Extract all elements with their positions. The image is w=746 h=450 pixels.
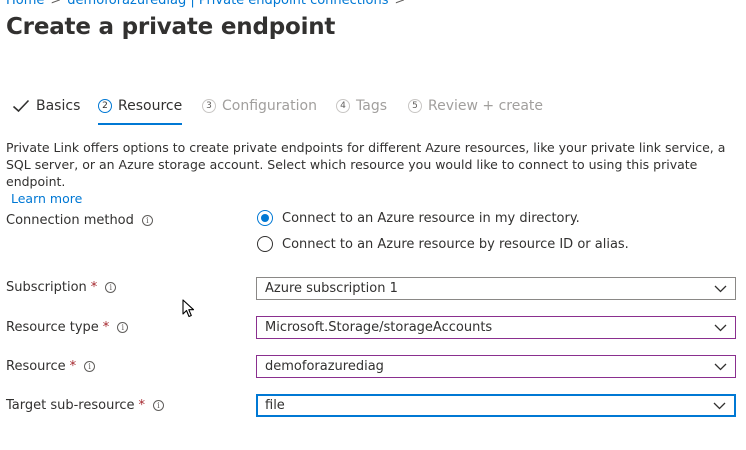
page-title: Create a private endpoint [6,14,336,40]
info-icon[interactable]: i [117,322,129,333]
info-icon[interactable]: i [153,400,165,411]
resource-type-dropdown[interactable]: Microsoft.Storage/storageAccounts [256,316,736,339]
step-number-badge: 2 [98,99,112,113]
chevron-down-icon [714,285,727,293]
target-sub-resource-dropdown[interactable]: file [256,394,736,417]
required-asterisk: * [102,320,110,335]
breadcrumb-separator: > [394,0,406,8]
radio-connect-by-resource-id-label: Connect to an Azure resource by resource… [282,236,629,252]
required-asterisk: * [138,398,146,413]
tab-configuration-label: Configuration [222,98,317,114]
chevron-down-icon [714,324,727,332]
tab-basics-label: Basics [36,98,81,114]
resource-label: Resource * i [6,359,96,374]
wizard-steps: Basics 2 Resource 3 Configuration 4 Tags… [12,98,732,128]
subscription-label: Subscription * i [6,280,117,295]
target-sub-resource-value: file [265,398,285,413]
tab-configuration[interactable]: 3 Configuration [202,98,317,114]
radio-connect-by-resource-id[interactable]: Connect to an Azure resource by resource… [257,236,629,252]
checkmark-icon [12,99,30,113]
subscription-value: Azure subscription 1 [265,281,398,296]
tab-basics[interactable]: Basics [12,98,80,114]
active-tab-underline [98,123,183,125]
connection-method-label: Connection method i [6,213,153,228]
step-number-badge: 4 [336,99,350,113]
info-icon[interactable]: i [84,361,96,372]
resource-label-text: Resource [6,359,66,374]
tab-resource[interactable]: 2 Resource [98,98,183,125]
info-icon[interactable]: i [105,282,117,293]
breadcrumb: Home > demoforazurediag | Private endpoi… [6,0,405,8]
breadcrumb-home-link[interactable]: Home [6,0,44,8]
info-icon[interactable]: i [141,215,153,226]
required-asterisk: * [69,359,77,374]
resource-type-label-text: Resource type [6,320,99,335]
resource-type-value: Microsoft.Storage/storageAccounts [265,320,493,335]
step-number-badge: 5 [408,99,422,113]
radio-button-selected[interactable] [257,210,273,226]
resource-type-label: Resource type * i [6,320,129,335]
tab-tags-label: Tags [356,98,387,114]
tab-resource-label: Resource [118,98,183,114]
description-body: Private Link offers options to create pr… [6,140,726,189]
radio-connect-in-directory[interactable]: Connect to an Azure resource in my direc… [257,210,580,226]
learn-more-link[interactable]: Learn more [11,191,82,206]
chevron-down-icon [713,402,726,410]
target-sub-resource-label: Target sub-resource * i [6,398,165,413]
tab-review-create[interactable]: 5 Review + create [408,98,543,114]
description-text: Private Link offers options to create pr… [6,139,726,207]
breadcrumb-separator: > [50,0,62,8]
chevron-down-icon [714,363,727,371]
connection-method-label-text: Connection method [6,213,134,228]
subscription-dropdown[interactable]: Azure subscription 1 [256,277,736,300]
radio-button-unselected[interactable] [257,236,273,252]
mouse-cursor-icon [182,299,196,323]
breadcrumb-private-endpoint-connections-link[interactable]: demoforazurediag | Private endpoint conn… [67,0,388,8]
radio-connect-in-directory-label: Connect to an Azure resource in my direc… [282,210,580,226]
resource-value: demoforazurediag [265,359,384,374]
required-asterisk: * [90,280,98,295]
subscription-label-text: Subscription [6,280,87,295]
target-sub-resource-label-text: Target sub-resource [6,398,135,413]
step-number-badge: 3 [202,99,216,113]
tab-review-create-label: Review + create [428,98,544,114]
tab-tags[interactable]: 4 Tags [336,98,387,114]
resource-dropdown[interactable]: demoforazurediag [256,355,736,378]
